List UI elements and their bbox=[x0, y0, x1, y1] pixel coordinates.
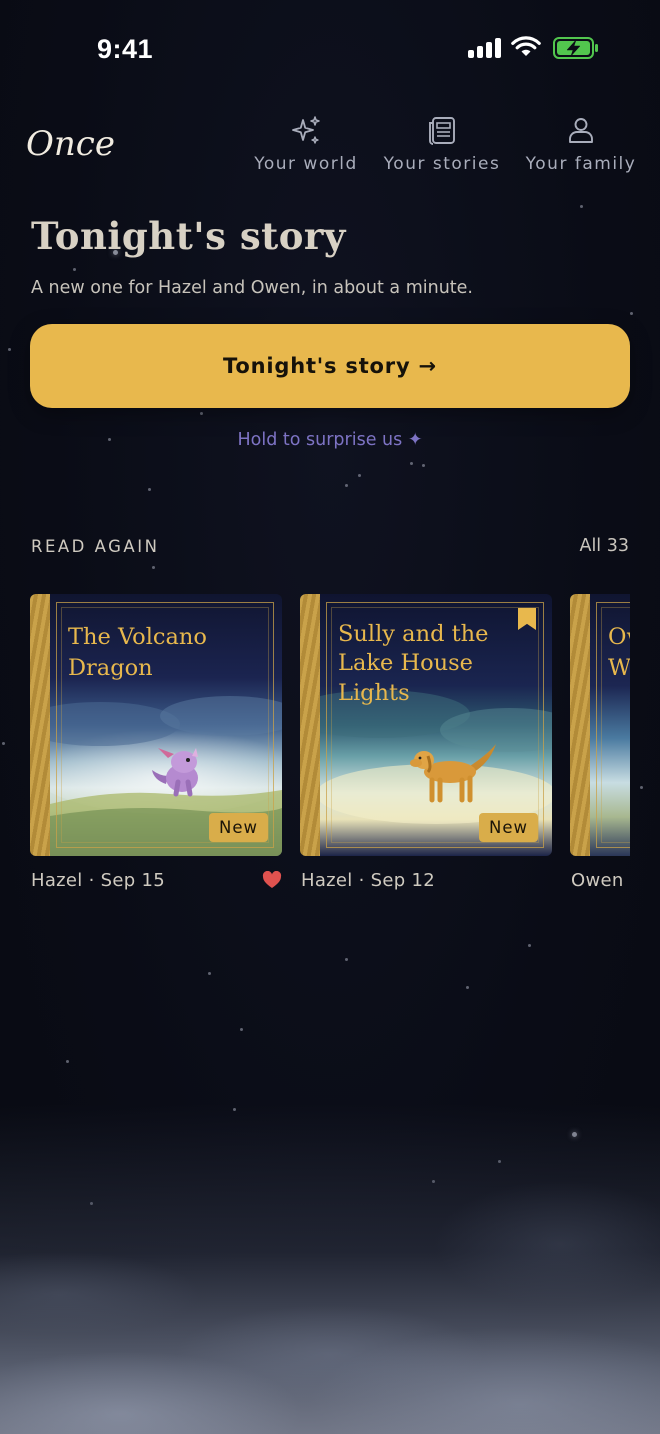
star bbox=[152, 566, 155, 569]
new-badge: New bbox=[479, 813, 538, 842]
sparkles-icon bbox=[292, 116, 320, 144]
nav-your-family[interactable]: Your family bbox=[524, 114, 638, 174]
book-title: The Volcano Dragon bbox=[68, 624, 207, 682]
star bbox=[345, 484, 348, 487]
book-spine bbox=[570, 594, 590, 856]
book-spine bbox=[30, 594, 50, 856]
star bbox=[466, 986, 469, 989]
nav-label: Your family bbox=[525, 154, 637, 174]
cellular-signal-icon bbox=[468, 38, 502, 58]
star bbox=[630, 312, 633, 315]
star bbox=[66, 1060, 69, 1063]
nav-label: Your stories bbox=[383, 154, 501, 174]
nav-your-world[interactable]: Your world bbox=[252, 114, 360, 174]
star bbox=[580, 205, 583, 208]
nav-label: Your world bbox=[254, 154, 358, 174]
book-title: Sully and the Lake House Lights bbox=[338, 621, 489, 706]
star bbox=[8, 348, 11, 351]
status-time: 9:41 bbox=[97, 34, 154, 64]
page-subtitle: A new one for Hazel and Owen, in about a… bbox=[31, 278, 473, 298]
page-title: Tonight's story bbox=[31, 214, 346, 258]
heart-icon[interactable] bbox=[262, 871, 282, 889]
star bbox=[73, 268, 76, 271]
app-brand-logo[interactable]: Once bbox=[26, 124, 115, 164]
book-title: Ow… W… bbox=[608, 624, 630, 682]
star bbox=[200, 412, 203, 415]
star bbox=[240, 1028, 243, 1031]
star bbox=[345, 958, 348, 961]
tonights-story-button[interactable]: Tonight's story → bbox=[30, 324, 630, 408]
star bbox=[640, 786, 643, 789]
new-badge: New bbox=[209, 813, 268, 842]
fog-clouds bbox=[0, 1104, 660, 1434]
star bbox=[528, 944, 531, 947]
book-spine bbox=[300, 594, 320, 856]
star bbox=[2, 742, 5, 745]
star bbox=[410, 462, 413, 465]
see-all-link[interactable]: All 33 bbox=[579, 536, 629, 556]
story-card[interactable]: Sully and the Lake House Lights New bbox=[300, 594, 552, 856]
story-card[interactable]: The Volcano Dragon New bbox=[30, 594, 282, 856]
person-icon bbox=[569, 118, 593, 143]
book-meta: Owen bbox=[571, 870, 624, 891]
surprise-us-hint[interactable]: Hold to surprise us ✦ bbox=[0, 430, 660, 450]
wifi-icon bbox=[511, 36, 541, 56]
book-meta: Hazel · Sep 15 bbox=[31, 870, 166, 891]
section-title-read-again: READ AGAIN bbox=[31, 537, 160, 556]
newspaper-icon bbox=[429, 117, 455, 145]
book-meta: Hazel · Sep 12 bbox=[301, 870, 436, 891]
star bbox=[358, 474, 361, 477]
star bbox=[422, 464, 425, 467]
star bbox=[208, 972, 211, 975]
story-card[interactable]: Ow… W… bbox=[570, 594, 630, 856]
nav-your-stories[interactable]: Your stories bbox=[382, 114, 502, 174]
status-bar: 9:41 bbox=[0, 0, 660, 96]
battery-charging-icon bbox=[553, 37, 598, 59]
star bbox=[148, 488, 151, 491]
